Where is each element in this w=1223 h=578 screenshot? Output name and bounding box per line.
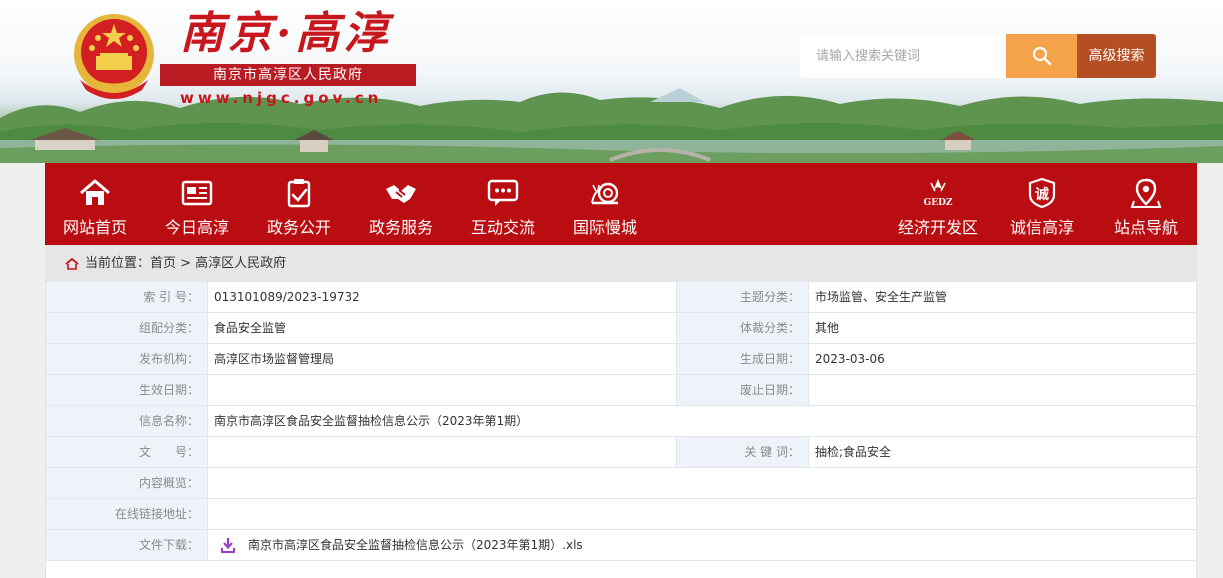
genre-category-label: 体裁分类： xyxy=(677,313,809,343)
document-number-value xyxy=(208,437,677,467)
nav-item-government-affairs-disclosure[interactable]: 政务公开 xyxy=(249,163,349,245)
info-row: 索 引 号： 013101089/2023-19732 主题分类： 市场监管、安… xyxy=(46,282,1196,313)
document-info-table: 索 引 号： 013101089/2023-19732 主题分类： 市场监管、安… xyxy=(45,282,1197,578)
credit-icon-text: 诚 xyxy=(1035,186,1049,203)
publisher-value: 高淳区市场监督管理局 xyxy=(208,344,677,374)
document-number-label: 文 号： xyxy=(46,437,208,467)
nav-item-home[interactable]: 网站首页 xyxy=(45,163,145,245)
home-icon xyxy=(80,179,110,205)
location-pin-icon xyxy=(1130,178,1162,208)
advanced-search-button[interactable]: 高级搜索 xyxy=(1077,34,1156,78)
online-link-value xyxy=(208,499,1196,529)
index-number-label: 索 引 号： xyxy=(46,282,208,312)
breadcrumb-text: 当前位置：首页 > 高淳区人民政府 xyxy=(85,256,287,271)
online-link-label: 在线链接地址： xyxy=(46,499,208,529)
nav-item-interaction[interactable]: 互动交流 xyxy=(453,163,553,245)
created-date-label: 生成日期： xyxy=(677,344,809,374)
topic-category-value: 市场监管、安全生产监管 xyxy=(815,290,948,304)
created-date-value: 2023-03-06 xyxy=(815,352,885,366)
group-category-value: 食品安全监管 xyxy=(208,313,677,343)
newspaper-icon xyxy=(181,180,213,206)
info-row: 在线链接地址： xyxy=(46,499,1196,530)
gedz-icon-text: GEDZ xyxy=(924,198,953,208)
content-summary-label: 内容概览： xyxy=(46,468,208,498)
nav-item-government-services[interactable]: 政务服务 xyxy=(351,163,451,245)
keywords-label: 关 键 词： xyxy=(677,437,809,467)
info-name-value: 南京市高淳区食品安全监督抽检信息公示（2023年第1期） xyxy=(214,414,529,428)
breadcrumb: 当前位置：首页 > 高淳区人民政府 xyxy=(45,245,1197,282)
nav-item-label: 网站首页 xyxy=(62,218,127,237)
effective-date-value xyxy=(208,375,677,405)
site-logo-url: www.njgc.gov.cn xyxy=(180,89,383,107)
nav-item-label: 政务服务 xyxy=(368,218,433,237)
credit-seal-icon: 诚 xyxy=(1028,177,1056,209)
info-row: 组配分类： 食品安全监管 体裁分类： 其他 xyxy=(46,313,1196,344)
main-nav: 网站首页 今日高淳 政务公开 政务服务 互动交流 国际慢城 GEDZ 经济开发区… xyxy=(45,163,1197,245)
nav-item-label: 今日高淳 xyxy=(164,218,229,237)
breadcrumb-home-icon xyxy=(65,258,79,270)
info-row: 文件下载： 南京市高淳区食品安全监督抽检信息公示（2023年第1期）.xls xyxy=(46,530,1196,561)
file-download-cell: 南京市高淳区食品安全监督抽检信息公示（2023年第1期）.xls xyxy=(208,530,1196,560)
chat-bubble-icon xyxy=(487,179,519,206)
search-input[interactable] xyxy=(800,34,1006,78)
download-file-link[interactable]: 南京市高淳区食品安全监督抽检信息公示（2023年第1期）.xls xyxy=(248,530,583,560)
snail-icon xyxy=(591,182,619,205)
nav-item-label: 站点导航 xyxy=(1113,218,1178,237)
publisher-label: 发布机构： xyxy=(46,344,208,374)
search-button[interactable] xyxy=(1006,34,1077,78)
nav-item-credit-gaochun[interactable]: 诚 诚信高淳 xyxy=(992,163,1092,245)
info-name-label: 信息名称： xyxy=(46,406,208,436)
nav-item-label: 经济开发区 xyxy=(897,218,978,237)
info-row: 生效日期： 废止日期： xyxy=(46,375,1196,406)
nav-item-label: 互动交流 xyxy=(470,218,535,237)
national-emblem-icon xyxy=(74,14,154,99)
info-row: 文 号： 关 键 词： 抽检;食品安全 xyxy=(46,437,1196,468)
download-icon[interactable] xyxy=(220,537,236,553)
nav-item-label: 国际慢城 xyxy=(572,218,637,237)
site-logo-subtitle: 南京市高淳区人民政府 xyxy=(160,64,416,86)
group-category-label: 组配分类： xyxy=(46,313,208,343)
info-row: 发布机构： 高淳区市场监督管理局 生成日期： 2023-03-06 xyxy=(46,344,1196,375)
genre-category-value: 其他 xyxy=(815,321,840,335)
expired-date-label: 废止日期： xyxy=(677,375,809,405)
index-number-value: 013101089/2023-19732 xyxy=(208,282,677,312)
search-icon xyxy=(1032,46,1051,66)
site-logo-title: 南京·高淳 xyxy=(180,8,392,59)
file-download-label: 文件下载： xyxy=(46,530,208,560)
info-row: 内容概览： xyxy=(46,468,1196,499)
header-banner: 南京·高淳 南京市高淳区人民政府 www.njgc.gov.cn 高级搜索 xyxy=(0,0,1223,163)
nav-item-label: 诚信高淳 xyxy=(1009,218,1074,237)
keywords-value: 抽检;食品安全 xyxy=(815,445,892,459)
info-row: 信息名称： 南京市高淳区食品安全监督抽检信息公示（2023年第1期） xyxy=(46,406,1196,437)
content-summary-value xyxy=(208,468,1196,498)
nav-item-site-navigation[interactable]: 站点导航 xyxy=(1096,163,1196,245)
expired-date-value xyxy=(809,375,1196,405)
handshake-icon xyxy=(386,185,416,203)
nav-item-today-gaochun[interactable]: 今日高淳 xyxy=(147,163,247,245)
gedz-logo-icon: GEDZ xyxy=(924,179,953,208)
topic-category-label: 主题分类： xyxy=(677,282,809,312)
nav-item-label: 政务公开 xyxy=(266,218,331,237)
clipboard-check-icon xyxy=(287,179,311,208)
nav-item-cittaslow[interactable]: 国际慢城 xyxy=(555,163,655,245)
nav-item-economic-development-zone[interactable]: GEDZ 经济开发区 xyxy=(888,163,988,245)
effective-date-label: 生效日期： xyxy=(46,375,208,405)
